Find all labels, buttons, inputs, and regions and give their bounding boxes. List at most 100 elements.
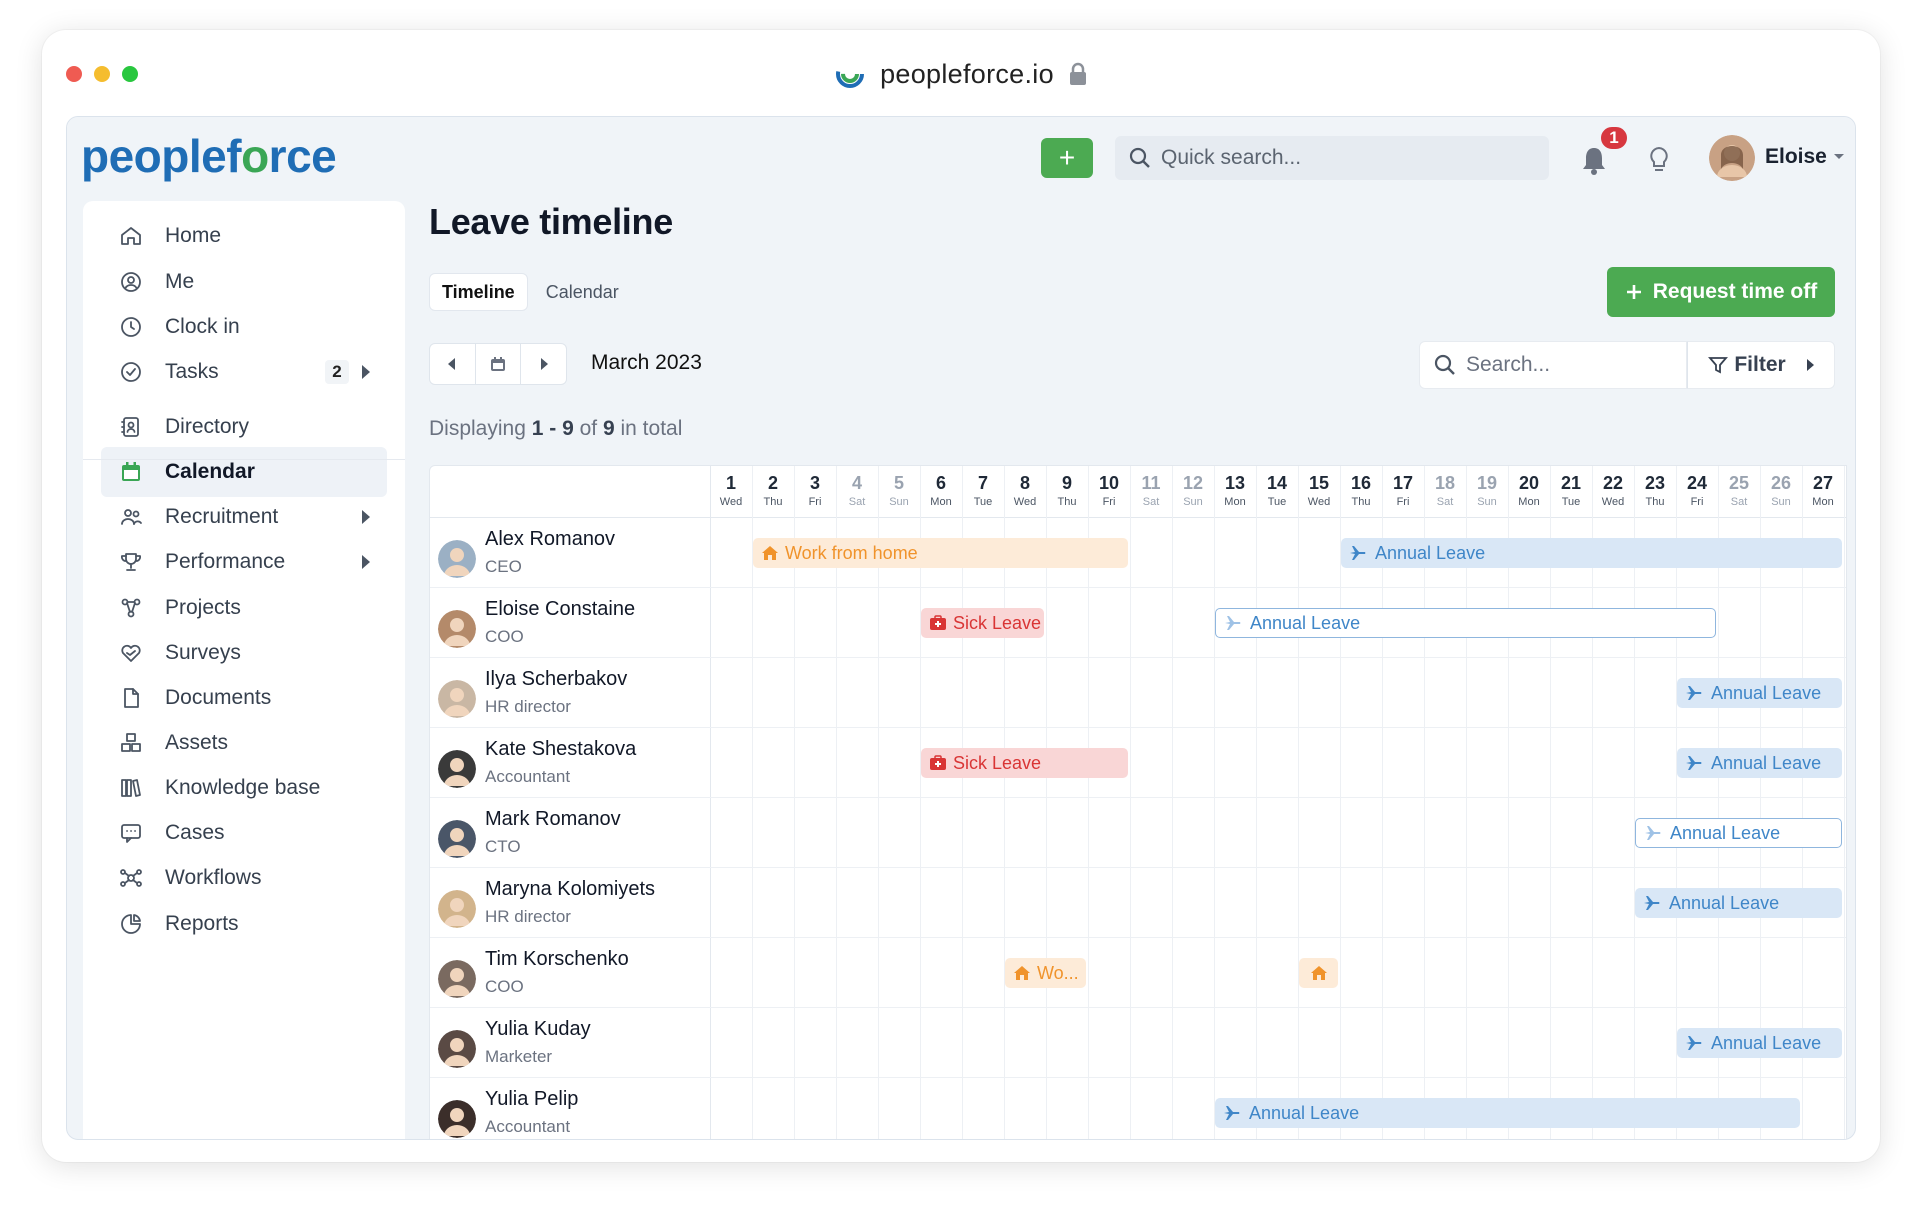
- leave-bar-annual[interactable]: Annual Leave: [1341, 538, 1842, 568]
- sidebar-item-assets[interactable]: Assets: [101, 718, 387, 768]
- leave-bar-annual[interactable]: Annual Leave: [1677, 748, 1842, 778]
- tab-calendar[interactable]: Calendar: [534, 273, 631, 311]
- timeline-search-input[interactable]: [1466, 353, 1666, 377]
- sidebar-item-reports[interactable]: Reports: [101, 899, 387, 949]
- sidebar-item-home[interactable]: Home: [101, 211, 387, 261]
- leave-timeline: 1 Wed 2 Thu 3 Fri 4 Sat 5 Sun 6 Mon 7 Tue 8 Wed 9 Thu 10 Fr…: [429, 465, 1847, 1139]
- employee-name[interactable]: Maryna Kolomiyets: [485, 878, 655, 901]
- tab-timeline[interactable]: Timeline: [429, 273, 528, 311]
- sidebar-item-label: Recruitment: [165, 505, 279, 528]
- employee-name[interactable]: Eloise Constaine: [485, 598, 635, 621]
- employee-cell[interactable]: Yulia Kuday Marketer: [438, 1016, 591, 1068]
- day-number: 16: [1350, 473, 1372, 493]
- results-total: 9: [602, 417, 615, 440]
- quick-search[interactable]: [1115, 136, 1549, 180]
- chevron-right-icon: [362, 365, 370, 379]
- table-row: Kate Shestakova Accountant Sick Leave Ann…: [430, 728, 1846, 798]
- leave-bar-annual[interactable]: Annual Leave: [1635, 888, 1842, 918]
- day-number: 20: [1518, 473, 1540, 493]
- sidebar-item-me[interactable]: Me: [101, 257, 387, 307]
- employee-name[interactable]: Alex Romanov: [485, 528, 615, 551]
- employee-name[interactable]: Yulia Kuday: [485, 1018, 591, 1041]
- lightbulb-icon[interactable]: [1648, 145, 1670, 175]
- employee-cell[interactable]: Tim Korschenko COO: [438, 946, 629, 998]
- leave-bar-annual-outline[interactable]: Annual Leave: [1635, 818, 1842, 848]
- results-count: Displaying 1 - 9 of 9 in total: [429, 417, 682, 441]
- first-aid-icon: [930, 755, 946, 770]
- quick-add-button[interactable]: +: [1041, 138, 1093, 178]
- employee-cell[interactable]: Maryna Kolomiyets HR director: [438, 876, 655, 928]
- today-button[interactable]: [476, 344, 522, 384]
- day-of-week: Sat: [1142, 496, 1160, 508]
- leave-bar-wfh[interactable]: [1299, 958, 1338, 988]
- day-column-header: 5 Sun: [878, 466, 920, 518]
- table-row: Alex Romanov CEO Work from home Annual Le…: [430, 518, 1846, 588]
- table-row: Yulia Kuday Marketer Annual Leave: [430, 1008, 1846, 1078]
- day-column-header: 15 Wed: [1298, 466, 1340, 518]
- employee-cell[interactable]: Mark Romanov CTO: [438, 806, 621, 858]
- sidebar-item-cases[interactable]: Cases: [101, 808, 387, 858]
- calendar-small-icon: [491, 357, 505, 371]
- day-number: 18: [1434, 473, 1456, 493]
- sidebar-item-surveys[interactable]: Surveys: [101, 628, 387, 678]
- day-number: 10: [1098, 473, 1120, 493]
- view-tabs: Timeline Calendar: [429, 273, 631, 311]
- address-bar[interactable]: peopleforce.io: [42, 52, 1880, 96]
- sidebar-item-label: Workflows: [165, 866, 262, 889]
- leave-bar-sick[interactable]: Sick Leave: [921, 748, 1128, 778]
- sidebar-item-workflows[interactable]: Workflows: [101, 853, 387, 903]
- next-month-button[interactable]: [521, 344, 566, 384]
- sidebar-item-projects[interactable]: Projects: [101, 583, 387, 633]
- pie-chart-icon: [121, 914, 141, 934]
- employee-name[interactable]: Yulia Pelip: [485, 1088, 578, 1111]
- employee-cell[interactable]: Yulia Pelip Accountant: [438, 1086, 578, 1138]
- day-number: 19: [1476, 473, 1498, 493]
- sidebar-item-documents[interactable]: Documents: [101, 673, 387, 723]
- leave-bar-wfh[interactable]: Wo...: [1005, 958, 1086, 988]
- employee-cell[interactable]: Ilya Scherbakov HR director: [438, 666, 627, 718]
- leave-bar-sick[interactable]: Sick Leave: [921, 608, 1044, 638]
- sidebar-item-clock-in[interactable]: Clock in: [101, 302, 387, 352]
- chevron-right-icon: [1806, 359, 1814, 371]
- leave-bar-annual-outline[interactable]: Annual Leave: [1215, 608, 1716, 638]
- user-icon: [121, 272, 141, 292]
- sidebar-item-calendar[interactable]: Calendar: [101, 447, 387, 497]
- sidebar-item-directory[interactable]: Directory: [101, 402, 387, 452]
- prev-month-button[interactable]: [430, 344, 476, 384]
- employee-name[interactable]: Tim Korschenko: [485, 948, 629, 971]
- leave-bar-wfh[interactable]: Work from home: [753, 538, 1128, 568]
- sidebar-item-tasks[interactable]: Tasks 2: [101, 347, 387, 397]
- employee-name[interactable]: Kate Shestakova: [485, 738, 636, 761]
- sidebar-item-label: Me: [165, 270, 195, 293]
- bell-icon[interactable]: [1581, 145, 1607, 175]
- sidebar-item-performance[interactable]: Performance: [101, 537, 387, 587]
- day-number: 11: [1141, 473, 1161, 493]
- search-icon: [1129, 147, 1150, 168]
- user-menu[interactable]: Eloise: [1765, 145, 1845, 169]
- brand-logo[interactable]: peopleforce: [81, 129, 337, 183]
- day-number: 14: [1266, 473, 1288, 493]
- sidebar-item-knowledge-base[interactable]: Knowledge base: [101, 763, 387, 813]
- employee-name[interactable]: Ilya Scherbakov: [485, 668, 627, 691]
- sidebar-item-label: Documents: [165, 686, 272, 709]
- leave-bar-annual[interactable]: Annual Leave: [1677, 678, 1842, 708]
- sidebar-item-label: Directory: [165, 415, 250, 438]
- employee-cell[interactable]: Alex Romanov CEO: [438, 526, 615, 578]
- quick-search-input[interactable]: [1161, 146, 1531, 170]
- timeline-search[interactable]: [1419, 341, 1687, 389]
- employee-cell[interactable]: Kate Shestakova Accountant: [438, 736, 636, 788]
- leave-label: Sick Leave: [953, 612, 1042, 633]
- sidebar-item-label: Knowledge base: [165, 776, 321, 799]
- leave-bar-annual[interactable]: Annual Leave: [1677, 1028, 1842, 1058]
- notification-badge: 1: [1599, 125, 1629, 151]
- leave-bar-annual[interactable]: Annual Leave: [1215, 1098, 1800, 1128]
- plane-icon: [1645, 826, 1661, 840]
- day-column-header: 23 Thu: [1634, 466, 1676, 518]
- user-avatar[interactable]: [1709, 135, 1755, 181]
- employee-name[interactable]: Mark Romanov: [485, 808, 621, 831]
- request-time-off-button[interactable]: Request time off: [1607, 267, 1835, 317]
- day-of-week: Wed: [1013, 496, 1037, 508]
- employee-cell[interactable]: Eloise Constaine COO: [438, 596, 635, 648]
- filter-button[interactable]: Filter: [1687, 341, 1835, 389]
- sidebar-item-recruitment[interactable]: Recruitment: [101, 492, 387, 542]
